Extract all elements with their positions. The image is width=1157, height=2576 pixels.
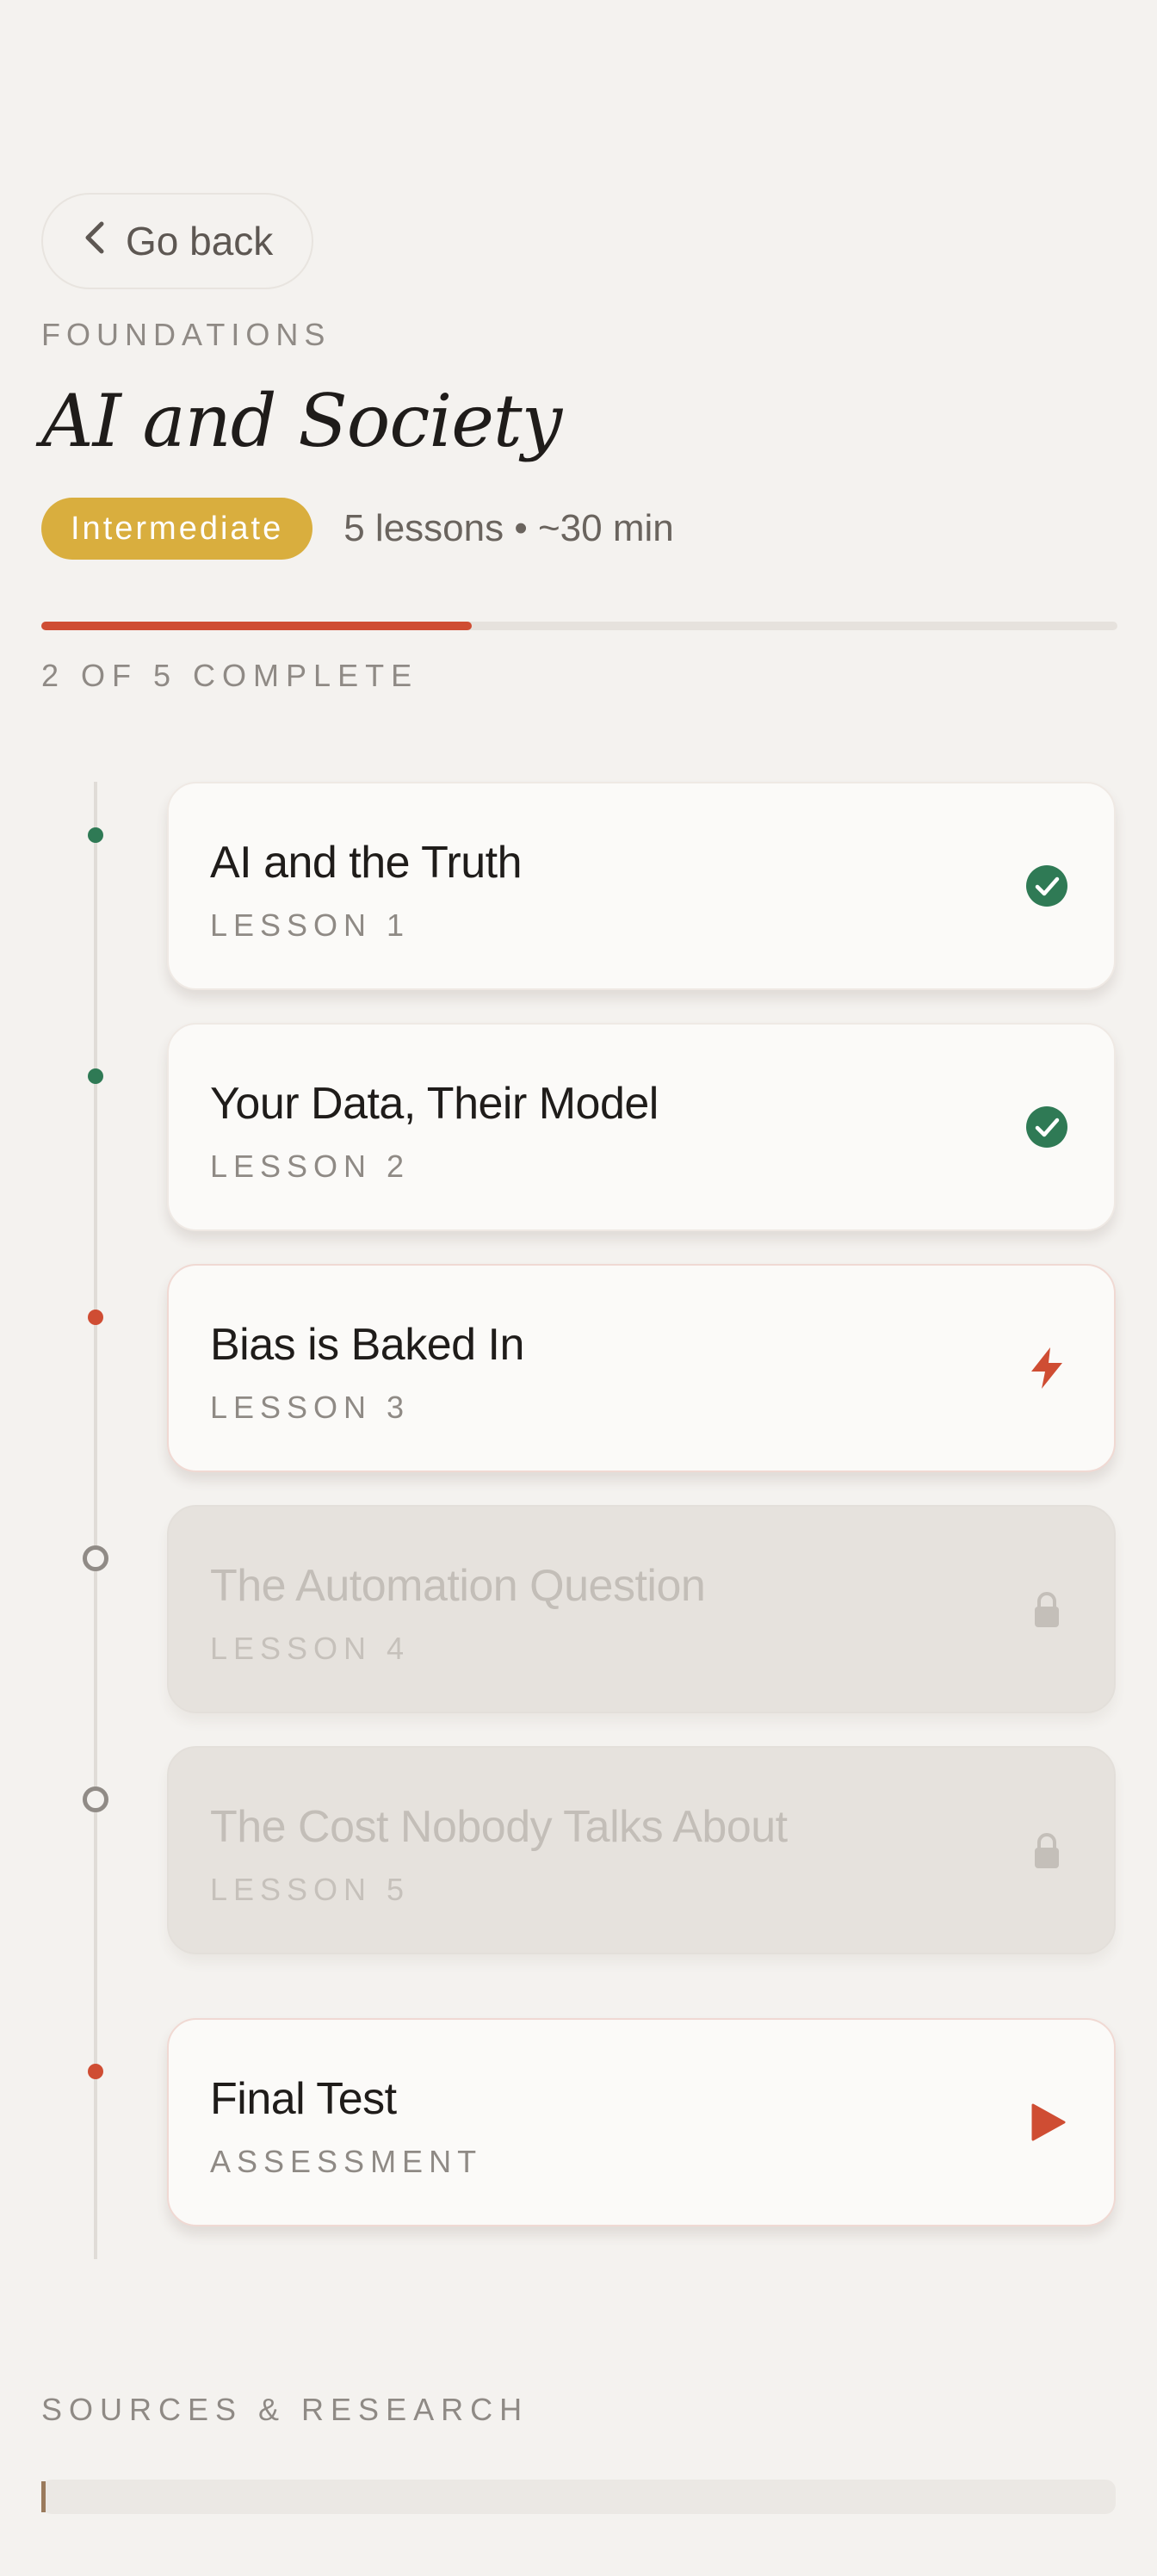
final-test-card[interactable]: Final Test ASSESSMENT <box>167 2018 1116 2226</box>
course-progress-bar <box>41 622 1117 630</box>
timeline-line <box>94 782 97 2259</box>
lesson-title: The Cost Nobody Talks About <box>210 1802 788 1852</box>
lesson-title: The Automation Question <box>210 1561 706 1611</box>
course-progress-fill <box>41 622 472 630</box>
course-meta-row: Intermediate 5 lessons • ~30 min <box>41 498 674 560</box>
lesson-number: LESSON 4 <box>210 1631 411 1666</box>
timeline-node-final-test <box>88 2064 103 2079</box>
course-meta: 5 lessons • ~30 min <box>343 507 674 549</box>
go-back-label: Go back <box>126 219 274 263</box>
sources-panel[interactable] <box>41 2480 1116 2514</box>
course-category: FOUNDATIONS <box>41 317 331 352</box>
lesson-title: AI and the Truth <box>210 838 523 888</box>
timeline-node-lesson-5 <box>83 1786 108 1812</box>
lesson-title: Bias is Baked In <box>210 1320 524 1370</box>
lock-icon <box>1024 1587 1069 1632</box>
progress-label: 2 OF 5 COMPLETE <box>41 658 419 693</box>
timeline-node-lesson-4 <box>83 1545 108 1571</box>
lesson-number: LESSON 5 <box>210 1872 411 1907</box>
lesson-number: LESSON 3 <box>210 1390 411 1425</box>
lesson-number: LESSON 1 <box>210 907 411 943</box>
course-title: AI and Society <box>41 379 562 463</box>
go-back-button[interactable]: Go back <box>41 193 313 289</box>
timeline-node-lesson-2 <box>88 1068 103 1084</box>
timeline-node-lesson-3 <box>88 1310 103 1325</box>
sources-accent-bar <box>41 2481 46 2512</box>
timeline-node-lesson-1 <box>88 827 103 843</box>
chevron-left-icon <box>83 218 107 264</box>
play-icon <box>1024 2100 1069 2145</box>
check-circle-icon <box>1024 864 1069 908</box>
lesson-number: LESSON 2 <box>210 1149 411 1184</box>
lightning-icon <box>1024 1346 1069 1390</box>
lock-icon <box>1024 1828 1069 1873</box>
lesson-card-3[interactable]: Bias is Baked In LESSON 3 <box>167 1264 1116 1472</box>
lesson-card-2[interactable]: Your Data, Their Model LESSON 2 <box>167 1023 1116 1231</box>
lesson-card-4: The Automation Question LESSON 4 <box>167 1505 1116 1713</box>
final-test-title: Final Test <box>210 2074 397 2124</box>
lesson-card-5: The Cost Nobody Talks About LESSON 5 <box>167 1746 1116 1954</box>
lesson-card-1[interactable]: AI and the Truth LESSON 1 <box>167 782 1116 990</box>
level-badge: Intermediate <box>41 498 313 560</box>
final-test-subtitle: ASSESSMENT <box>210 2144 483 2179</box>
lesson-title: Your Data, Their Model <box>210 1079 659 1129</box>
sources-heading: SOURCES & RESEARCH <box>41 2392 529 2427</box>
check-circle-icon <box>1024 1105 1069 1149</box>
